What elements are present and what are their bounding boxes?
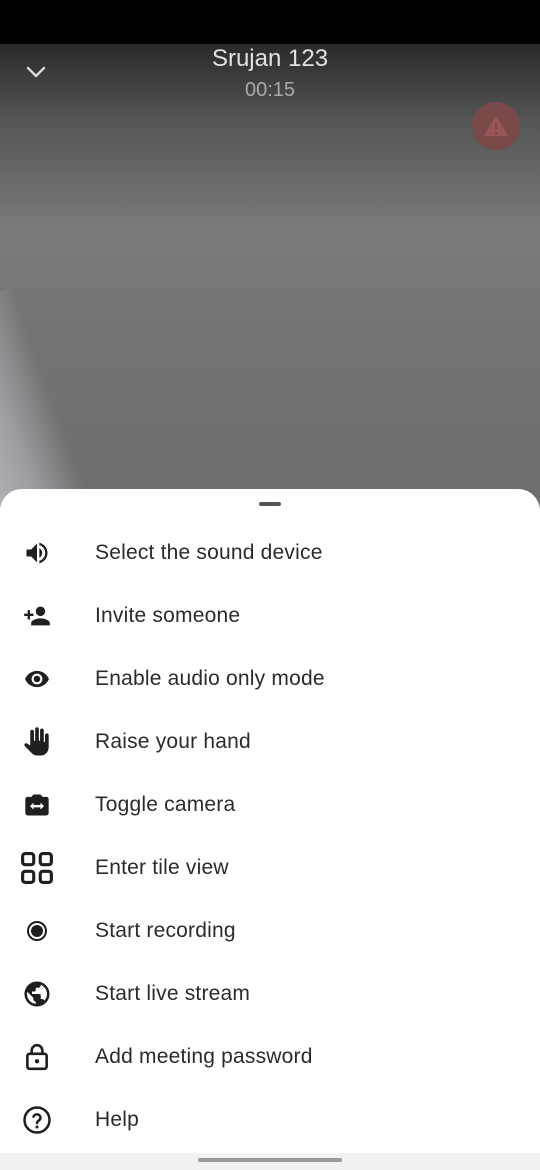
menu-item-label: Select the sound device bbox=[95, 540, 323, 564]
home-gesture-bar[interactable] bbox=[198, 1158, 342, 1162]
volume-icon bbox=[19, 535, 55, 571]
screen: Srujan 123 00:15 Select the sound device bbox=[0, 0, 540, 1170]
globe-icon bbox=[19, 976, 55, 1012]
raise-hand-icon bbox=[19, 724, 55, 760]
menu-item-tile-view[interactable]: Enter tile view bbox=[0, 836, 540, 899]
sheet-drag-handle[interactable] bbox=[259, 502, 281, 506]
tile-view-icon bbox=[19, 850, 55, 886]
menu-item-label: Invite someone bbox=[95, 603, 241, 627]
switch-camera-icon bbox=[19, 787, 55, 823]
status-bar bbox=[0, 0, 540, 44]
help-icon bbox=[19, 1102, 55, 1138]
navigation-bar bbox=[0, 1153, 540, 1170]
menu-item-toggle-camera[interactable]: Toggle camera bbox=[0, 773, 540, 836]
menu-item-label: Help bbox=[95, 1107, 139, 1131]
call-timer: 00:15 bbox=[244, 79, 296, 101]
menu-item-label: Start live stream bbox=[95, 981, 251, 1005]
menu-item-label: Raise your hand bbox=[95, 729, 251, 753]
warning-icon bbox=[484, 116, 508, 136]
overflow-menu: Select the sound device Invite someone E… bbox=[0, 521, 540, 1151]
call-video-area: Srujan 123 00:15 bbox=[0, 0, 540, 520]
menu-item-start-recording[interactable]: Start recording bbox=[0, 899, 540, 962]
lock-icon bbox=[19, 1039, 55, 1075]
call-title: Srujan 123 bbox=[211, 45, 329, 72]
menu-item-label: Enable audio only mode bbox=[95, 666, 325, 690]
overflow-menu-sheet: Select the sound device Invite someone E… bbox=[0, 489, 540, 1153]
eye-icon bbox=[19, 661, 55, 697]
menu-item-live-stream[interactable]: Start live stream bbox=[0, 962, 540, 1025]
menu-item-label: Add meeting password bbox=[95, 1044, 313, 1068]
warning-button[interactable] bbox=[472, 102, 520, 150]
menu-item-invite[interactable]: Invite someone bbox=[0, 584, 540, 647]
record-icon bbox=[19, 913, 55, 949]
menu-item-label: Start recording bbox=[95, 918, 236, 942]
video-light-patch bbox=[0, 287, 101, 520]
person-add-icon bbox=[19, 598, 55, 634]
menu-item-help[interactable]: Help bbox=[0, 1088, 540, 1151]
menu-item-raise-hand[interactable]: Raise your hand bbox=[0, 710, 540, 773]
menu-item-label: Enter tile view bbox=[95, 855, 229, 879]
menu-item-label: Toggle camera bbox=[95, 792, 236, 816]
menu-item-meeting-password[interactable]: Add meeting password bbox=[0, 1025, 540, 1088]
menu-item-sound-device[interactable]: Select the sound device bbox=[0, 521, 540, 584]
menu-item-audio-only[interactable]: Enable audio only mode bbox=[0, 647, 540, 710]
